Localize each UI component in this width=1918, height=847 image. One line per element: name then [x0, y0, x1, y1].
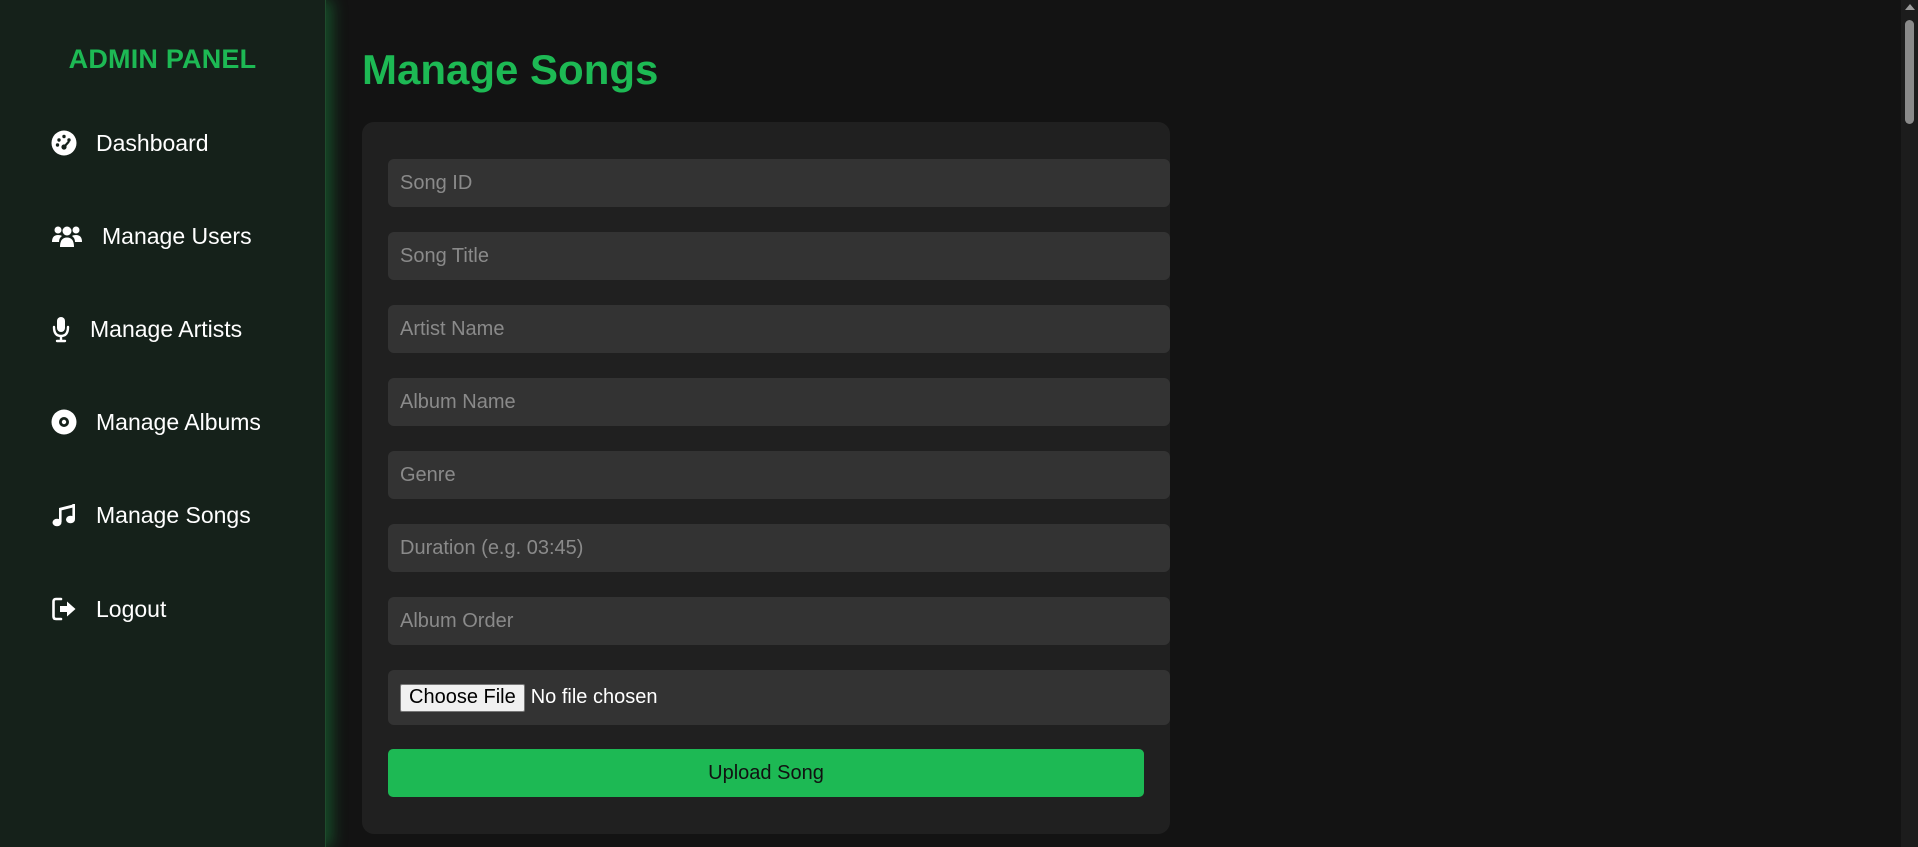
brand-title: ADMIN PANEL	[68, 44, 257, 74]
logout-icon	[50, 595, 78, 623]
album-name-input[interactable]	[388, 378, 1170, 426]
song-id-input[interactable]	[388, 159, 1170, 207]
vertical-scrollbar[interactable]	[1901, 0, 1918, 847]
sidebar-item-label: Manage Users	[102, 222, 252, 249]
microphone-icon	[50, 315, 72, 343]
sidebar-item-label: Manage Albums	[96, 408, 261, 435]
album-disc-icon	[50, 408, 78, 436]
sidebar-item-label: Manage Artists	[90, 315, 243, 342]
users-icon	[50, 222, 84, 250]
app-window: ADMIN PANEL Dashboard Manage Users Manag…	[0, 0, 1918, 847]
file-input: Choose File No file chosen	[388, 670, 1170, 725]
dashboard-gauge-icon	[50, 129, 78, 157]
sidebar-item-label: Logout	[96, 595, 167, 622]
sidebar-item-manage-artists[interactable]: Manage Artists	[50, 309, 242, 349]
scroll-up-arrow-icon[interactable]	[1905, 4, 1915, 10]
sidebar-item-manage-songs[interactable]: Manage Songs	[50, 495, 251, 535]
music-note-icon	[50, 501, 78, 529]
song-title-input[interactable]	[388, 232, 1170, 280]
sidebar-item-label: Manage Songs	[96, 501, 251, 528]
genre-input[interactable]	[388, 451, 1170, 499]
sidebar-item-dashboard[interactable]: Dashboard	[50, 123, 209, 163]
sidebar-item-logout[interactable]: Logout	[50, 589, 166, 629]
file-status: No file chosen	[530, 686, 658, 708]
artist-name-input[interactable]	[388, 305, 1170, 353]
album-order-input[interactable]	[388, 597, 1170, 645]
duration-input[interactable]	[388, 524, 1170, 572]
upload-song-button[interactable]: Upload Song	[388, 749, 1144, 797]
sidebar-item-label: Dashboard	[96, 129, 209, 156]
sidebar-item-manage-users[interactable]: Manage Users	[50, 216, 252, 256]
choose-file-button[interactable]: Choose File	[400, 683, 525, 712]
scrollbar-thumb[interactable]	[1905, 20, 1914, 124]
sidebar: ADMIN PANEL Dashboard Manage Users Manag…	[0, 0, 326, 847]
page-title: Manage Songs	[362, 46, 659, 93]
sidebar-item-manage-albums[interactable]: Manage Albums	[50, 402, 261, 442]
song-form: Choose File No file chosen Upload Song	[362, 122, 1170, 834]
